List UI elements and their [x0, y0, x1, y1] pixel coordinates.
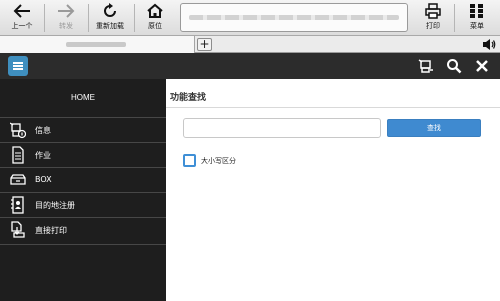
sidebar-item-label: BOX [35, 175, 52, 184]
case-sensitive-label: 大小写区分 [201, 157, 236, 165]
box-icon [10, 174, 26, 185]
sidebar-item-box[interactable]: BOX [0, 167, 166, 192]
new-tab-button[interactable]: + [197, 38, 212, 51]
search-icon[interactable] [446, 58, 462, 74]
reload-label: 重新加载 [96, 22, 124, 30]
document-icon [12, 146, 24, 164]
sidebar-item-destination-registration[interactable]: 目的地注册 [0, 192, 166, 217]
print-label: 打印 [426, 22, 440, 30]
back-label: 上一个 [11, 22, 33, 30]
main-panel: 功能查找 查找 大小写区分 [166, 79, 500, 301]
sidebar-item-jobs[interactable]: 作业 [0, 142, 166, 167]
toolbar-divider [134, 4, 135, 32]
arrow-right-icon [58, 4, 75, 18]
sidebar-item-label: 直接打印 [35, 226, 67, 235]
title-divider [166, 107, 500, 108]
home-label: 原位 [148, 22, 162, 30]
machine-icon[interactable] [418, 58, 434, 74]
reload-button[interactable]: 重新加载 [90, 1, 130, 34]
search-button[interactable]: 查找 [387, 119, 481, 137]
print-button[interactable]: 打印 [416, 1, 450, 34]
tab-bar: + [0, 36, 500, 53]
menu-label: 菜单 [470, 22, 484, 30]
toolbar-divider [44, 4, 45, 32]
address-book-icon [11, 196, 24, 214]
tab-title-obscured [66, 42, 126, 47]
back-button[interactable]: 上一个 [4, 1, 40, 34]
forward-button[interactable]: 转发 [48, 1, 84, 34]
toolbar-divider [88, 4, 89, 32]
browser-tab[interactable] [0, 36, 195, 53]
sidebar-divider [0, 244, 166, 245]
case-sensitive-checkbox[interactable] [183, 154, 196, 167]
arrow-left-icon [13, 4, 30, 18]
info-icon [10, 122, 26, 139]
sidebar-item-info[interactable]: 信息 [0, 117, 166, 142]
grid-menu-icon [470, 4, 483, 18]
page-title: 功能查找 [170, 93, 207, 103]
speaker-icon[interactable] [482, 38, 496, 51]
reload-icon [104, 3, 116, 17]
printer-icon [425, 3, 441, 19]
hamburger-icon [13, 62, 23, 64]
sidebar-item-label: 信息 [35, 126, 51, 135]
app-header [0, 53, 500, 79]
function-search-input[interactable] [183, 118, 381, 138]
sidebar: HOME 信息 作业 BOX 目的地注册 直接打印 [0, 79, 166, 301]
home-icon [147, 3, 163, 18]
menu-button[interactable]: 菜单 [460, 1, 494, 34]
toolbar-divider [454, 4, 455, 32]
hamburger-menu-button[interactable] [8, 56, 28, 76]
home-button[interactable]: 原位 [138, 1, 172, 34]
sidebar-item-label: 目的地注册 [35, 201, 75, 210]
direct-print-icon [11, 221, 25, 238]
sidebar-item-direct-print[interactable]: 直接打印 [0, 217, 166, 242]
address-input[interactable] [187, 11, 399, 25]
sidebar-item-label: 作业 [35, 151, 51, 160]
browser-toolbar: 上一个 转发 重新加载 原位 打印 菜单 [0, 0, 500, 36]
address-bar[interactable] [180, 3, 408, 32]
sidebar-home[interactable]: HOME [0, 79, 166, 117]
close-icon[interactable] [474, 58, 490, 74]
forward-label: 转发 [59, 22, 73, 30]
